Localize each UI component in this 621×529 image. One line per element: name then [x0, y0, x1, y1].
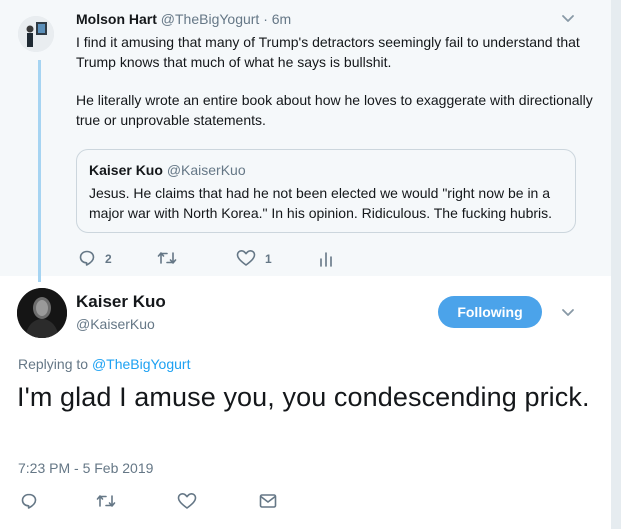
main-author-handle[interactable]: @KaiserKuo — [76, 316, 155, 332]
adjacent-panel-edge — [611, 0, 621, 529]
replying-to-handle-link[interactable]: @TheBigYogurt — [92, 356, 191, 372]
direct-message-icon[interactable] — [259, 493, 277, 509]
reply-icon[interactable] — [20, 492, 38, 510]
parent-tweet-time[interactable]: · 6m — [263, 11, 291, 27]
like-icon[interactable] — [177, 492, 197, 510]
parent-tweet-text: I find it amusing that many of Trump's d… — [76, 33, 596, 130]
tweet-timestamp[interactable]: 7:23 PM - 5 Feb 2019 — [18, 460, 153, 476]
main-tweet-text: I'm glad I amuse you, you condescending … — [17, 382, 590, 412]
replying-to-label: Replying to — [18, 356, 89, 372]
main-author-avatar[interactable] — [17, 288, 67, 338]
quoted-tweet-text: Jesus. He claims that had he not been el… — [89, 185, 553, 221]
like-count: 1 — [265, 252, 272, 266]
parent-author-handle[interactable]: @TheBigYogurt — [161, 11, 260, 27]
retweet-icon[interactable] — [157, 249, 177, 267]
quoted-author-handle: @KaiserKuo — [166, 162, 246, 178]
following-button[interactable]: Following — [438, 296, 542, 328]
quoted-tweet-header: Kaiser Kuo @KaiserKuo — [89, 162, 246, 178]
like-icon[interactable] — [236, 249, 256, 267]
parent-tweet-paragraph: He literally wrote an entire book about … — [76, 92, 593, 128]
quoted-tweet-card[interactable]: Kaiser Kuo @KaiserKuo Jesus. He claims t… — [76, 149, 576, 233]
parent-tweet[interactable]: Molson Hart @TheBigYogurt · 6m I find it… — [0, 0, 611, 282]
quoted-author-name: Kaiser Kuo — [89, 162, 163, 178]
reply-count: 2 — [105, 252, 112, 266]
parent-tweet-paragraph: I find it amusing that many of Trump's d… — [76, 34, 580, 70]
parent-author-name[interactable]: Molson Hart — [76, 11, 157, 27]
parent-author-avatar[interactable] — [18, 16, 54, 52]
chevron-down-icon[interactable] — [560, 304, 576, 320]
analytics-icon[interactable] — [318, 250, 334, 268]
reply-icon[interactable] — [78, 249, 96, 267]
replying-to-line: Replying to @TheBigYogurt — [18, 356, 190, 372]
retweet-icon[interactable] — [96, 492, 116, 510]
chevron-down-icon[interactable] — [560, 10, 576, 26]
parent-tweet-header: Molson Hart @TheBigYogurt · 6m — [76, 11, 291, 27]
thread-connector-line — [38, 60, 41, 282]
main-author-name[interactable]: Kaiser Kuo — [76, 292, 166, 312]
